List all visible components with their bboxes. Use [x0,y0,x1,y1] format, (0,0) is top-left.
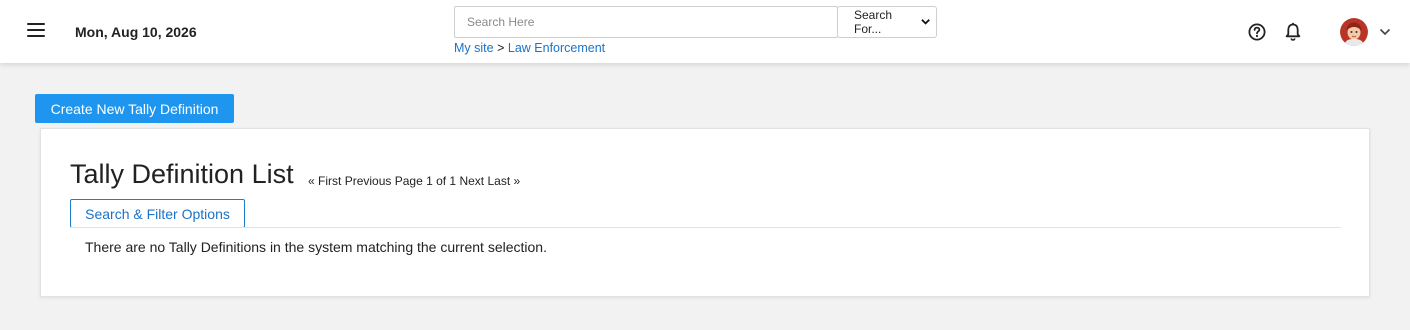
help-icon[interactable] [1248,23,1266,41]
current-date: Mon, Aug 10, 2026 [75,24,197,40]
breadcrumb-separator: > [497,41,505,55]
pager-last-link[interactable]: Last » [487,174,520,188]
top-navigation-bar: Mon, Aug 10, 2026 Search For... My site … [0,0,1410,63]
search-for-selected: Search For... [854,8,893,36]
user-avatar[interactable] [1340,18,1368,46]
breadcrumb: My site > Law Enforcement [454,41,605,55]
hamburger-menu-icon[interactable] [27,23,45,39]
bell-icon[interactable] [1284,22,1302,42]
divider [70,227,1341,228]
empty-state-message: There are no Tally Definitions in the sy… [85,239,547,255]
breadcrumb-my-site[interactable]: My site [454,41,494,55]
breadcrumb-law-enforcement[interactable]: Law Enforcement [508,41,605,55]
chevron-down-icon [921,19,930,25]
pagination: « First Previous Page 1 of 1 Next Last » [308,174,520,188]
search-for-select[interactable]: Search For... [837,6,937,38]
profile-chevron-down-icon[interactable] [1378,25,1392,39]
tally-definition-card: Tally Definition List « First Previous P… [40,128,1370,297]
create-tally-definition-button[interactable]: Create New Tally Definition [35,94,234,123]
page-title: Tally Definition List [70,159,294,189]
pager-first-link[interactable]: « First [308,174,341,188]
search-input[interactable] [454,6,838,38]
search-filter-options-button[interactable]: Search & Filter Options [70,199,245,228]
pager-page-info: Page 1 of 1 [394,174,457,188]
avatar-image [1340,18,1368,46]
pager-next-link[interactable]: Next [459,174,484,188]
pager-previous-link[interactable]: Previous [345,174,392,188]
